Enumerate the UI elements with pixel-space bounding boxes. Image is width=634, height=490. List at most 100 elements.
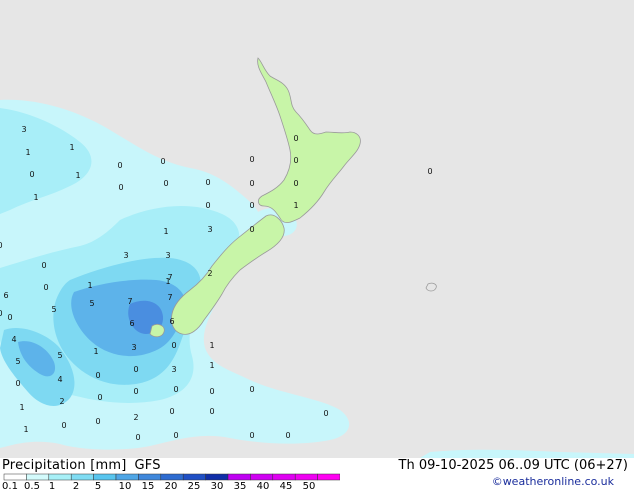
precip-value-label: 0 — [209, 407, 214, 416]
precip-value-label: 0 — [205, 201, 210, 210]
precip-value-label: 0 — [249, 155, 254, 164]
precip-value-label: 1 — [23, 425, 28, 434]
legend-swatch — [70, 473, 94, 481]
precip-value-label: 2 — [133, 413, 138, 422]
precip-value-label: 7 — [167, 293, 172, 302]
precip-value-label: 0 — [293, 134, 298, 143]
weather-map-view: 3110001000000001001300133172067705566500… — [0, 0, 634, 490]
legend-label: 20 — [165, 481, 178, 490]
precip-value-label: 5 — [89, 299, 94, 308]
precip-value-label: 0 — [173, 385, 178, 394]
precip-value-label: 0 — [133, 365, 138, 374]
precip-value-label: 0 — [171, 341, 176, 350]
precip-value-label: 0 — [7, 313, 12, 322]
precip-value-label: 0 — [249, 225, 254, 234]
precip-value-label: 4 — [11, 335, 16, 344]
precip-value-label: 6 — [3, 291, 8, 300]
legend-swatch — [182, 473, 206, 481]
precip-value-label: 4 — [57, 375, 62, 384]
precip-value-label: 5 — [57, 351, 62, 360]
valid-time: Th 09-10-2025 06..09 UTC (06+27) — [398, 458, 629, 473]
precip-value-label: 1 — [25, 148, 30, 157]
legend-labels: 0.1 0.5 1 2 5 10 15 20 25 30 35 40 45 50 — [2, 481, 315, 490]
precip-value-label: 0 — [285, 431, 290, 440]
precip-value-label: 1 — [87, 281, 92, 290]
legend-swatch — [115, 473, 139, 481]
precip-value-label: 0 — [160, 157, 165, 166]
precip-value-label: 7 — [127, 297, 132, 306]
precip-value-label: 0 — [249, 179, 254, 188]
precip-value-label: 1 — [93, 347, 98, 356]
precip-value-label: 0 — [173, 431, 178, 440]
precip-value-label: 0 — [135, 433, 140, 442]
legend-label: 35 — [234, 481, 247, 490]
precip-value-label: 0 — [117, 161, 122, 170]
legend-swatch — [93, 473, 117, 481]
precip-value-label: 6 — [129, 319, 134, 328]
legend-swatch — [48, 473, 72, 481]
precip-value-label: 1 — [75, 171, 80, 180]
legend-label: 50 — [303, 481, 316, 490]
color-legend: 0.1 0.5 1 2 5 10 15 20 25 30 35 40 45 50 — [2, 473, 340, 490]
precip-value-label: 2 — [207, 269, 212, 278]
precip-value-label: 0 — [15, 379, 20, 388]
legend-label: 15 — [142, 481, 155, 490]
legend-label: 2 — [73, 481, 79, 490]
precip-value-label: 0 — [249, 431, 254, 440]
legend-swatch — [317, 473, 340, 481]
legend-label: 30 — [211, 481, 224, 490]
model-name: GFS — [134, 458, 161, 473]
precip-value-label: 2 — [59, 397, 64, 406]
precip-value-label: 0 — [249, 201, 254, 210]
precip-value-label: 0 — [118, 183, 123, 192]
legend-label: 1 — [49, 481, 55, 490]
legend-label: 0.1 — [2, 481, 18, 490]
precip-value-label: 7 — [167, 273, 172, 282]
precip-value-label: 0 — [163, 179, 168, 188]
precip-value-label: 1 — [33, 193, 38, 202]
legend-swatch — [250, 473, 274, 481]
precip-value-label: 3 — [171, 365, 176, 374]
legend-label: 40 — [257, 481, 270, 490]
legend-label: 45 — [280, 481, 293, 490]
credit-link[interactable]: ©weatheronline.co.uk — [492, 475, 614, 488]
legend-label: 5 — [95, 481, 101, 490]
title-text: Precipitation [mm] — [2, 458, 127, 473]
legend-label: 10 — [119, 481, 132, 490]
chatham-islands — [425, 282, 437, 292]
legend-label: 25 — [188, 481, 201, 490]
precip-value-label: 0 — [293, 156, 298, 165]
map-title: Precipitation [mm] GFS — [2, 458, 161, 473]
precip-value-label: 6 — [169, 317, 174, 326]
precipitation-map: 3 1 1 0 0 0 1 0 0 0 0 0 0 0 0 1 0 0 1 3 0 0 1 3 3 1 7 2 0 6 7 7 0 5 5 6 6 5 0 0… — [0, 0, 634, 458]
precip-value-label: 0 — [427, 167, 432, 176]
precip-value-label: 0 — [249, 385, 254, 394]
precip-value-label: 5 — [51, 305, 56, 314]
precip-value-label: 1 — [163, 227, 168, 236]
precip-value-label: 3 — [123, 251, 128, 260]
precip-value-label: 0 — [323, 409, 328, 418]
precip-value-label: 1 — [209, 341, 214, 350]
legend-swatch — [26, 473, 50, 481]
precip-value-label: 0 — [209, 387, 214, 396]
precip-value-label: 0 — [43, 283, 48, 292]
precip-value-label: 0 — [205, 178, 210, 187]
legend-swatch — [160, 473, 184, 481]
precip-value-label: 3 — [207, 225, 212, 234]
precip-value-label: 3 — [165, 251, 170, 260]
precip-value-label: 0 — [41, 261, 46, 270]
legend-swatch — [227, 473, 251, 481]
precip-value-label: 0 — [97, 393, 102, 402]
legend-boxes — [3, 473, 340, 481]
map-footer: Precipitation [mm] GFS Th 09-10-2025 06..… — [0, 458, 634, 490]
precip-value-label: 5 — [15, 357, 20, 366]
precip-value-label: 0 — [293, 179, 298, 188]
precip-value-label: 3 — [21, 125, 26, 134]
legend-swatch — [272, 473, 296, 481]
precip-value-label: 0 — [61, 421, 66, 430]
precip-value-label: 0 — [95, 417, 100, 426]
precip-value-label: 3 — [131, 343, 136, 352]
precip-value-label: 1 — [69, 143, 74, 152]
precip-value-label: 1 — [19, 403, 24, 412]
precip-value-label: 0 — [0, 241, 3, 250]
